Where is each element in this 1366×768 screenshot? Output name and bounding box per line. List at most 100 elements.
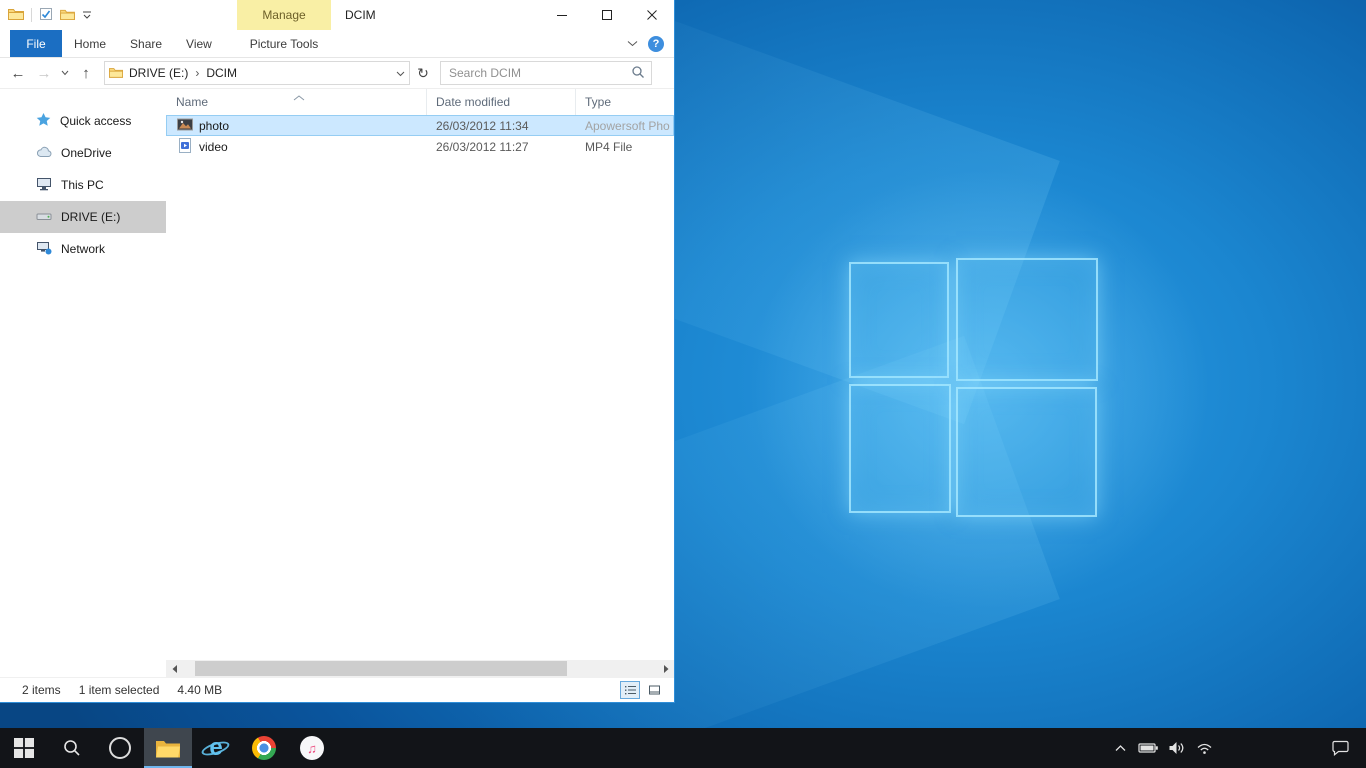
internet-explorer-button[interactable]: e bbox=[192, 728, 240, 768]
tab-view[interactable]: View bbox=[174, 30, 224, 57]
quick-access-toolbar bbox=[0, 7, 92, 24]
cortana-icon bbox=[109, 737, 131, 759]
contextual-group-manage[interactable]: Manage bbox=[237, 0, 331, 30]
battery-status-button[interactable] bbox=[1136, 728, 1160, 768]
file-row-video[interactable]: video 26/03/2012 11:27 MP4 File bbox=[166, 136, 674, 157]
folder-icon bbox=[109, 66, 123, 81]
sidebar-item-label: This PC bbox=[61, 178, 104, 192]
maximize-button[interactable] bbox=[584, 0, 629, 30]
help-button[interactable]: ? bbox=[648, 36, 664, 52]
navigation-pane: Quick access OneDrive This PC bbox=[0, 89, 166, 677]
network-icon bbox=[36, 241, 52, 258]
tray-expand-button[interactable] bbox=[1108, 728, 1132, 768]
title-bar[interactable]: Manage DCIM bbox=[0, 0, 674, 30]
tab-home[interactable]: Home bbox=[62, 30, 118, 57]
start-button[interactable] bbox=[0, 728, 48, 768]
chevron-down-icon bbox=[396, 71, 405, 77]
chevron-down-icon bbox=[61, 70, 69, 76]
window-controls bbox=[539, 0, 674, 30]
column-header-date-modified[interactable]: Date modified bbox=[427, 89, 576, 115]
breadcrumb-folder[interactable]: DCIM bbox=[200, 66, 243, 80]
sidebar-item-network[interactable]: Network bbox=[0, 233, 166, 265]
back-button[interactable]: ← bbox=[6, 61, 30, 85]
view-toggles bbox=[620, 681, 664, 699]
close-button[interactable] bbox=[629, 0, 674, 30]
file-name-cell: photo bbox=[166, 115, 427, 136]
network-wifi-button[interactable] bbox=[1192, 728, 1216, 768]
quick-access-star-icon bbox=[36, 112, 51, 130]
address-dropdown-button[interactable] bbox=[396, 66, 405, 80]
tab-file[interactable]: File bbox=[10, 30, 62, 57]
forward-button[interactable]: → bbox=[32, 61, 56, 85]
qat-customize-button[interactable] bbox=[82, 8, 92, 23]
details-view-icon bbox=[624, 684, 637, 696]
file-name: photo bbox=[199, 119, 229, 133]
tab-share[interactable]: Share bbox=[118, 30, 174, 57]
scrollbar-thumb[interactable] bbox=[195, 661, 567, 676]
cortana-button[interactable] bbox=[96, 728, 144, 768]
scrollbar-track[interactable] bbox=[183, 660, 657, 677]
triangle-left-icon bbox=[172, 665, 178, 673]
action-center-icon bbox=[1331, 739, 1350, 757]
status-bar: 2 items 1 item selected 4.40 MB bbox=[0, 677, 674, 702]
refresh-button[interactable]: ↻ bbox=[412, 61, 434, 85]
large-icons-view-button[interactable] bbox=[644, 681, 664, 699]
thumbnail-view-icon bbox=[648, 684, 661, 696]
action-center-button[interactable] bbox=[1328, 728, 1352, 768]
new-folder-icon bbox=[60, 8, 75, 23]
chrome-icon bbox=[252, 736, 276, 760]
sidebar-item-onedrive[interactable]: OneDrive bbox=[0, 137, 166, 169]
recent-locations-button[interactable] bbox=[58, 61, 72, 85]
item-count: 2 items bbox=[22, 683, 61, 697]
video-file-icon bbox=[177, 138, 193, 156]
internet-explorer-icon: e bbox=[202, 734, 230, 762]
taskbar-file-explorer-button[interactable] bbox=[144, 728, 192, 768]
ribbon-tab-row: File Home Share View Picture Tools ? bbox=[0, 30, 674, 58]
sort-ascending-icon bbox=[293, 90, 305, 104]
expand-ribbon-button[interactable] bbox=[627, 40, 638, 47]
windows-logo-pane bbox=[849, 384, 951, 513]
windows-logo-pane bbox=[956, 258, 1098, 381]
tab-picture-tools[interactable]: Picture Tools bbox=[237, 30, 331, 57]
taskbar: e ♫ bbox=[0, 728, 1366, 768]
volume-button[interactable] bbox=[1164, 728, 1188, 768]
sidebar-item-label: Quick access bbox=[60, 114, 131, 128]
up-button[interactable]: ↑ bbox=[74, 61, 98, 85]
itunes-button[interactable]: ♫ bbox=[288, 728, 336, 768]
details-view-button[interactable] bbox=[620, 681, 640, 699]
search-box bbox=[440, 61, 652, 85]
speaker-icon bbox=[1168, 741, 1185, 755]
search-input[interactable] bbox=[447, 65, 631, 81]
sidebar-item-drive-e[interactable]: DRIVE (E:) bbox=[0, 201, 166, 233]
scroll-left-button[interactable] bbox=[166, 660, 183, 677]
sidebar-item-this-pc[interactable]: This PC bbox=[0, 169, 166, 201]
chrome-button[interactable] bbox=[240, 728, 288, 768]
selection-size: 4.40 MB bbox=[177, 683, 222, 697]
windows-logo-pane bbox=[956, 387, 1097, 517]
file-date-cell: 26/03/2012 11:27 bbox=[427, 136, 576, 157]
chevron-down-icon bbox=[627, 40, 638, 47]
file-date-cell: 26/03/2012 11:34 bbox=[427, 115, 576, 136]
wifi-icon bbox=[1196, 741, 1213, 755]
sidebar-item-label: OneDrive bbox=[61, 146, 112, 160]
breadcrumb-drive[interactable]: DRIVE (E:) bbox=[123, 66, 194, 80]
qat-new-folder-button[interactable] bbox=[60, 8, 75, 23]
battery-icon bbox=[1138, 741, 1159, 755]
taskbar-search-button[interactable] bbox=[48, 728, 96, 768]
triangle-right-icon bbox=[663, 665, 669, 673]
scroll-right-button[interactable] bbox=[657, 660, 674, 677]
file-row-photo[interactable]: photo 26/03/2012 11:34 Apowersoft Pho bbox=[166, 115, 674, 136]
column-header-type[interactable]: Type bbox=[576, 89, 674, 115]
photo-file-icon bbox=[177, 118, 193, 134]
explorer-window-icon bbox=[8, 7, 24, 23]
file-explorer-icon bbox=[155, 738, 181, 759]
qat-properties-button[interactable] bbox=[39, 7, 53, 24]
windows-logo-icon bbox=[14, 738, 34, 758]
address-bar[interactable]: DRIVE (E:) › DCIM bbox=[104, 61, 410, 85]
empty-list-space[interactable] bbox=[166, 157, 674, 660]
sidebar-item-quick-access[interactable]: Quick access bbox=[0, 105, 166, 137]
minimize-button[interactable] bbox=[539, 0, 584, 30]
search-icon bbox=[62, 738, 82, 758]
horizontal-scrollbar[interactable] bbox=[166, 660, 674, 677]
close-icon bbox=[647, 10, 657, 20]
